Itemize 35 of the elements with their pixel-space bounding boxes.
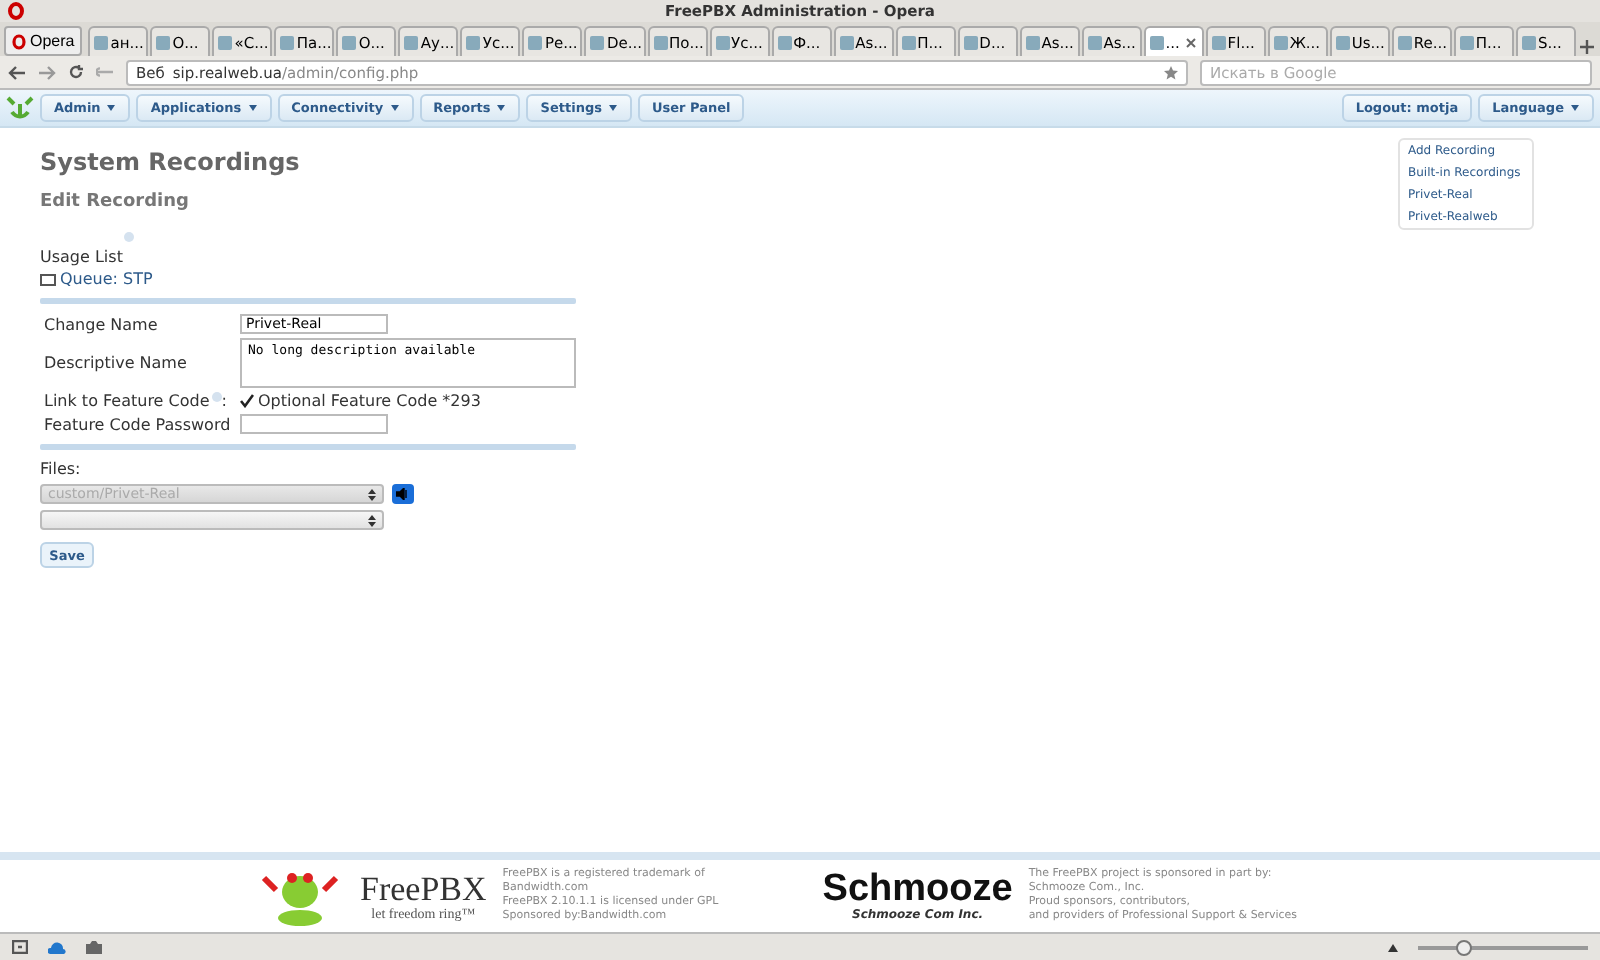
cloud-icon[interactable] bbox=[48, 941, 66, 953]
opera-menu-button[interactable]: Opera bbox=[4, 26, 83, 56]
camera-icon[interactable] bbox=[86, 940, 102, 954]
close-icon[interactable] bbox=[1185, 37, 1196, 47]
slider-thumb[interactable] bbox=[1455, 939, 1472, 955]
field-label: Descriptive Name bbox=[44, 354, 189, 372]
new-tab-icon[interactable] bbox=[1577, 38, 1596, 56]
checkbox-label: Optional Feature Code *293 bbox=[258, 392, 481, 410]
caret-icon[interactable] bbox=[389, 104, 400, 113]
section-title: Edit Recording bbox=[40, 192, 191, 212]
field-label: Feature Code Password bbox=[44, 415, 233, 433]
caret-icon[interactable] bbox=[1570, 104, 1580, 113]
usage-link[interactable]: Queue: STP bbox=[40, 270, 1398, 288]
field-label: Link to Feature Code bbox=[44, 392, 210, 410]
reload-icon[interactable] bbox=[68, 64, 84, 80]
back-icon[interactable] bbox=[8, 65, 26, 79]
page-title: System Recordings bbox=[40, 148, 302, 176]
panel-icon[interactable] bbox=[12, 940, 28, 954]
frog-logo-icon bbox=[6, 96, 34, 120]
sponsor-logo-text: Schmooze bbox=[822, 870, 1013, 908]
caret-icon[interactable] bbox=[496, 104, 507, 113]
colon-text: : bbox=[221, 392, 227, 410]
caret-icon[interactable] bbox=[247, 104, 258, 113]
up-arrow-icon[interactable] bbox=[1388, 943, 1398, 951]
updown-arrows-icon bbox=[368, 487, 376, 501]
caret-icon[interactable] bbox=[106, 104, 117, 113]
usage-label: Usage List bbox=[40, 248, 123, 266]
field-label: Change Name bbox=[44, 315, 160, 333]
text-field[interactable] bbox=[240, 414, 388, 434]
updown-arrows-icon bbox=[368, 513, 376, 527]
star-icon[interactable] bbox=[1164, 65, 1178, 79]
files-label: Files: bbox=[40, 460, 83, 478]
checkbox[interactable] bbox=[240, 394, 254, 408]
logo-text: FreePBX bbox=[360, 871, 487, 905]
caret-icon[interactable] bbox=[607, 104, 618, 113]
